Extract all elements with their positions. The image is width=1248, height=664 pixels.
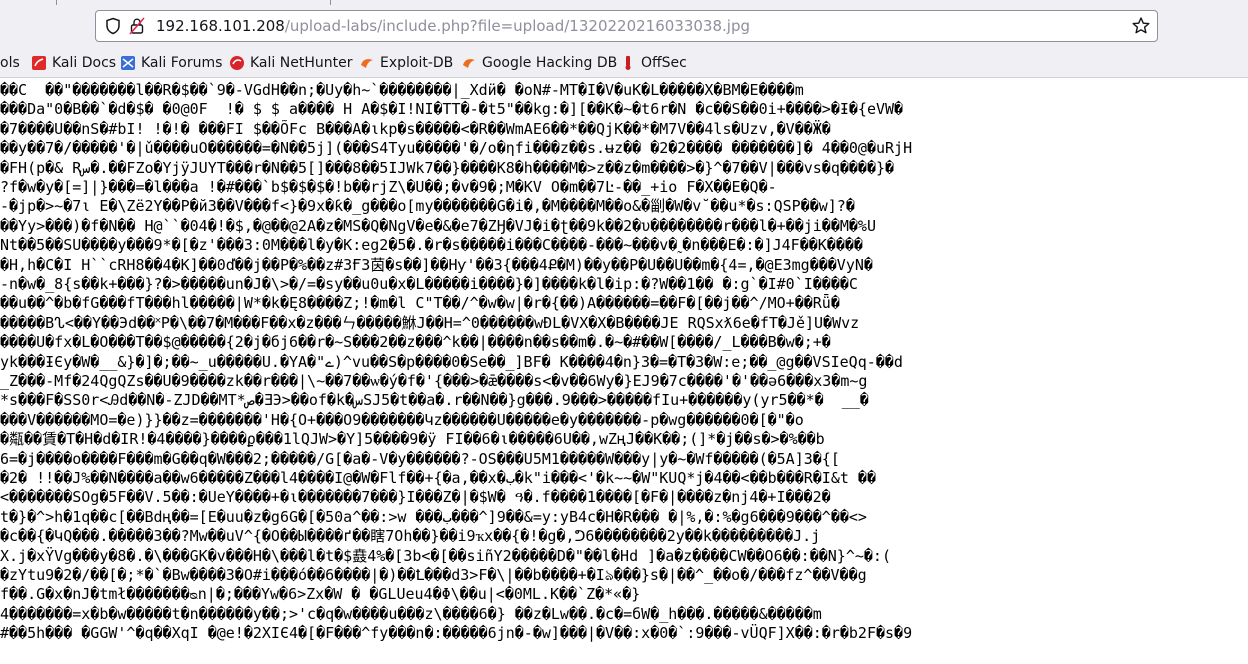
binary-text-line: f��.G�x�nJ�tmł�������ᴓn|�;���Yw�6>Zx�W �… [0, 585, 641, 604]
bookmark-kali-forums[interactable]: Kali Forums [120, 52, 222, 74]
binary-text-line: ��Yy>���)�f�N�� H@``�04�!�$,�@��@2A�z�MS… [0, 216, 876, 235]
bookmark-label: Google Hacking DB [482, 55, 618, 71]
bookmark-tools[interactable]: ols [0, 52, 20, 74]
tab-separator [330, 0, 331, 5]
binary-text-line: �2� !!��J%��N����a��w6�����Z���l4����I@�… [0, 469, 876, 487]
binary-text-line: ��y��7�/�����'�|ǔ����uO������=�N��5j](��… [0, 139, 913, 158]
binary-text-line: 6=�j����o����F���m�G��q�W���2;�����/G[�a… [0, 449, 840, 468]
binary-text-line: #��5h��� �GGW'^�q��XqI �@e!�2XIЄ4�[�F���… [0, 624, 913, 643]
binary-text-line: ���Da"0�B��`�d�$� �0@0F !� $ $ a���� H A… [0, 100, 904, 119]
binary-text-line: �����Bᔐ<��Y��Эd��˟P�\��7�M���F��x�z���ㄣ�… [0, 313, 860, 332]
binary-text-line: Nt��5��SU����y���9*�[�z'���3:0M���l�y�K:… [0, 236, 863, 255]
browser-toolbar: 192.168.101.208/upload-labs/include.php?… [0, 0, 1248, 48]
binary-text-line: X.j�xŸVg���y�8�.�\���GK�v���H�\���l�t�$鼖… [0, 546, 891, 565]
kali-nethunter-icon [230, 56, 244, 70]
binary-text-line: yk���ƗЄy�W�__&}�]�;��~_u�����U.�YA�"ے)^v… [0, 352, 903, 371]
binary-text-line: �zYtu9�2�/��[�;*�`�Bw����3�O#i���ó��6���… [0, 566, 867, 584]
binary-text-line: ���V������MO=�e)}}��z=�������'H�{O+���O9… [0, 410, 804, 429]
insecure-lock-icon[interactable] [129, 17, 145, 35]
bookmark-star-icon[interactable] [1131, 16, 1151, 36]
bookmark-label: Exploit-DB [380, 55, 454, 71]
tab-strip [0, 0, 1248, 6]
binary-text-line: *s���F�SS0r<Ꭿd��N�-ZJD��MT*ص�ƎЭ>��of�k�س… [0, 391, 869, 410]
binary-text-line: ��u��^�b�fG���fT���hl�����|W*�k�Ę8����Z;… [0, 294, 840, 313]
binary-text-line: �FH(p�& Rس�.��FZo�YjÿJUYT���r�N��5[]���8… [0, 158, 895, 177]
bookmark-kali-nethunter[interactable]: Kali NetHunter [229, 52, 352, 74]
binary-text-line: -n�w�_8{s��k+���}?�>�����un�J�\>�/=�sy��… [0, 275, 858, 293]
bookmark-label: Kali NetHunter [250, 55, 353, 71]
url-host: 192.168.101.208 [156, 17, 285, 35]
kali-docs-icon [32, 56, 46, 70]
bookmark-kali-docs[interactable]: Kali Docs [31, 52, 116, 74]
binary-text-line: ?f�w�y�[=]|}���=�l���a !�#���`b$�$�$�!b�… [0, 178, 777, 196]
binary-text-line: �c��{�ԿQ���.�����3��?Mw��uV^{�O��Ы����ґ�… [0, 527, 821, 546]
bookmark-label: ols [0, 55, 20, 71]
bookmark-label: Kali Docs [52, 55, 117, 71]
binary-text-line: �7����U��nS�#bI! !�!� ���FI $��ÕFc B���A… [0, 119, 831, 138]
bookmark-offsec[interactable]: OffSec [620, 52, 687, 74]
binary-text-line: ����U�fx�L�Ο���T��$@�����{2�j�бj6��r�~S�… [0, 333, 831, 352]
ghdb-icon [463, 59, 475, 68]
bookmark-label: OffSec [641, 55, 687, 71]
bookmarks-toolbar: ols Kali Docs Kali Forums Kali NetHunter… [0, 48, 1248, 78]
url-path: /upload-labs/include.php?file=upload/132… [284, 17, 750, 35]
binary-text-line: <�������SOg�5F��V.5��:�UeY����+�ι�������… [0, 488, 831, 507]
binary-text-line: 4�������=x�b�w�����t�n������y��;>'c�q�w�… [0, 604, 822, 623]
shield-icon[interactable] [104, 17, 122, 35]
tab-separator [56, 0, 57, 5]
binary-text-line: _Z���-Mf�24QgQZs��U�9����zk��r���|\~��7�… [0, 372, 868, 390]
url-text[interactable]: 192.168.101.208/upload-labs/include.php?… [156, 17, 750, 35]
exploit-db-icon [361, 59, 373, 68]
kali-forums-icon [121, 56, 135, 70]
bookmark-label: Kali Forums [141, 55, 223, 71]
address-bar[interactable]: 192.168.101.208/upload-labs/include.php?… [95, 10, 1158, 42]
bookmark-google-hacking-db[interactable]: Google Hacking DB [461, 52, 617, 74]
binary-text-line: �H,h�C�I H``cRH8��4�K]��0ď��j��P�%��z#3Ғ… [0, 255, 873, 274]
binary-text-line: t�}�^>h�1q��c[��Bdң��=[E�uu�z�g6G�[�50a^… [0, 507, 867, 526]
offsec-icon [625, 56, 631, 70]
bookmark-exploit-db[interactable]: Exploit-DB [359, 52, 453, 74]
binary-text-line: -�jp�>~�7ι E�\Zë2Y��P�й3��V���f<}�9x�ƙ�_… [0, 197, 855, 216]
binary-text-line: �甐��賃�T�H�d�IR!�4����}����ϼ���1lQJW>�Y]5… [0, 430, 825, 449]
binary-text-line: ��C ��"�������l��R�$��`9�-VGdH��n;�Uy�h~… [0, 81, 804, 99]
page-content-raw-binary: ��C ��"�������l��R�$��`9�-VGdH��n;�Uy�h~… [0, 79, 1248, 664]
